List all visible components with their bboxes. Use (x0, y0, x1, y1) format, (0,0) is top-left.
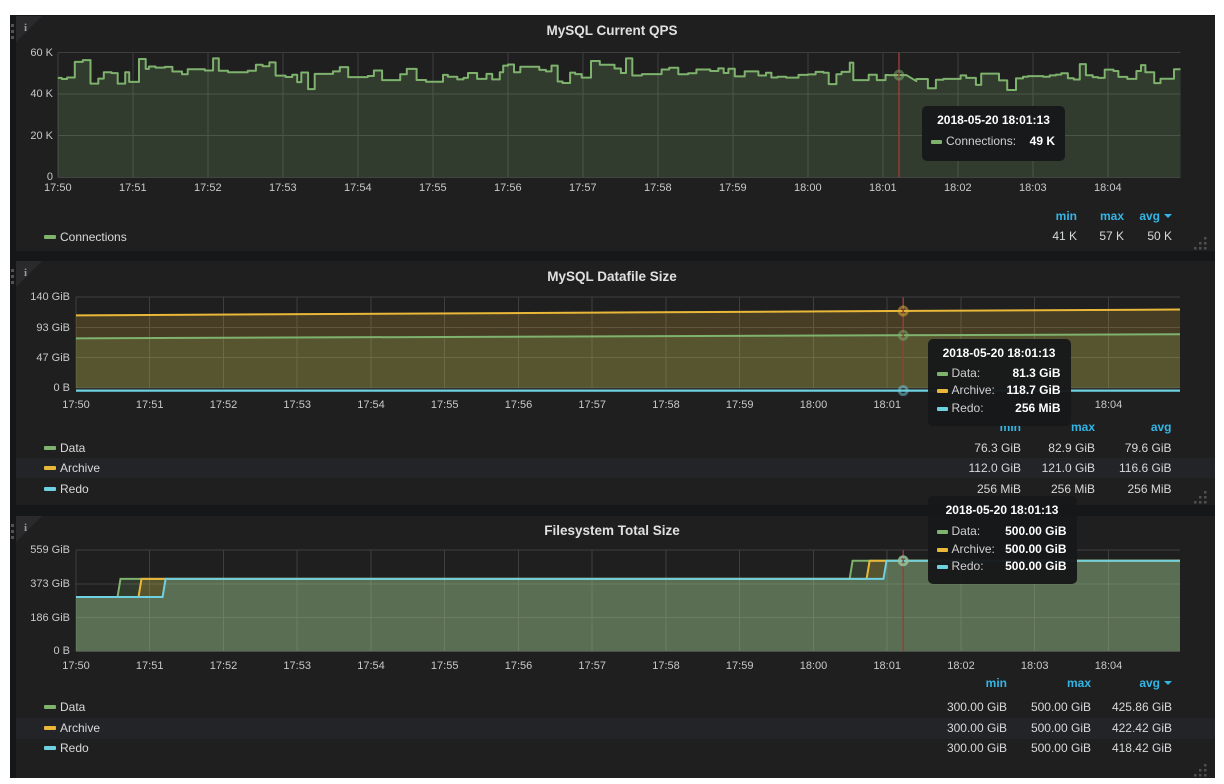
svg-text:i: i (24, 267, 27, 279)
svg-text:i: i (24, 22, 27, 34)
svg-text:i: i (24, 522, 27, 534)
